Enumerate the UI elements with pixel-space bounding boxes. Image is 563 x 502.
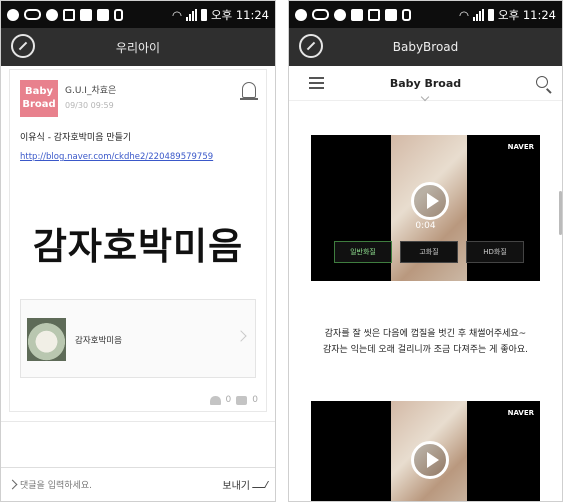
signal-icon <box>473 8 485 21</box>
blog-title[interactable]: Baby Broad <box>390 77 461 90</box>
send-button[interactable]: 보내기 <box>222 477 270 492</box>
header-title: BabyBroad <box>392 40 459 54</box>
header-title: 우리아이 <box>115 40 161 55</box>
post-author[interactable]: G.U.I_차효은 <box>65 83 116 96</box>
blog-nav: Baby Broad <box>289 66 562 102</box>
menu-icon[interactable] <box>309 77 324 89</box>
clock: 오후 11:24 <box>498 7 556 22</box>
send-icon <box>251 481 270 488</box>
app-icon <box>385 8 397 21</box>
signal-icon <box>186 8 198 21</box>
chevron-right-icon[interactable] <box>7 479 18 490</box>
link-preview-card[interactable]: 감자호박미음 <box>20 299 256 378</box>
status-bar: ◠ 오후 11:24 <box>1 1 275 28</box>
security-icon <box>114 8 123 21</box>
feed-content: Baby Broad G.U.I_차효은 09/30 09:59 이유식 - 감… <box>1 66 275 467</box>
preview-label: 감자호박미음 <box>75 336 122 346</box>
comment-input[interactable]: 댓글을 입력하세요. <box>20 478 92 491</box>
wifi-icon: ◠ <box>171 7 183 22</box>
voicemail-icon <box>24 9 41 20</box>
naver-icon <box>80 8 92 21</box>
app-header: BabyBroad <box>289 28 562 66</box>
media-notification-icon <box>334 8 346 21</box>
divider <box>1 421 275 422</box>
app-icon <box>97 8 109 21</box>
heart-icon[interactable] <box>209 395 221 405</box>
video-player[interactable]: NAVER <box>311 401 540 501</box>
post-link[interactable]: http://blog.naver.com/ckdhe2/22048957975… <box>20 152 213 162</box>
status-bar: ◠ 오후 11:24 <box>289 1 562 28</box>
chevron-right-icon <box>235 330 247 342</box>
clock: 오후 11:24 <box>211 7 269 22</box>
media-notification-icon <box>46 8 58 21</box>
video-player[interactable]: NAVER 0:04 일반화질 고화질 HD화질 <box>311 135 540 281</box>
security-icon <box>402 8 411 21</box>
quality-hd-button[interactable]: HD화질 <box>466 241 524 263</box>
avatar[interactable]: Baby Broad <box>20 80 58 117</box>
battery-icon <box>488 8 495 21</box>
play-icon[interactable] <box>411 182 449 220</box>
comment-count: 0 <box>252 395 258 405</box>
comment-icon[interactable] <box>236 395 248 405</box>
gallery-icon <box>368 8 380 21</box>
play-icon[interactable] <box>411 441 449 479</box>
naver-badge: NAVER <box>507 143 534 151</box>
app-notification-icon <box>295 8 307 21</box>
app-notification-icon <box>7 8 19 21</box>
search-icon[interactable] <box>536 76 548 88</box>
back-button[interactable] <box>11 34 35 58</box>
bell-icon[interactable] <box>240 82 258 100</box>
notification-icons <box>295 8 411 21</box>
left-phone-screen: ◠ 오후 11:24 우리아이 Baby Broad G.U.I_차효은 09/… <box>0 0 276 502</box>
comment-bar: 댓글을 입력하세요. 보내기 <box>1 467 275 501</box>
scrollbar[interactable] <box>559 191 562 235</box>
notification-icons <box>7 8 123 21</box>
right-phone-screen: ◠ 오후 11:24 BabyBroad Baby Broad NAVER 0:… <box>288 0 563 502</box>
post-description: 감자를 잘 씻은 다음에 껍질을 벗긴 후 채썰어주세요~ 감자는 익는데 오래… <box>322 329 529 355</box>
battery-icon <box>201 8 208 21</box>
quality-high-button[interactable]: 고화질 <box>400 241 458 263</box>
back-button[interactable] <box>299 34 323 58</box>
quality-normal-button[interactable]: 일반화질 <box>334 241 392 263</box>
wifi-icon: ◠ <box>458 7 470 22</box>
post-title: 이유식 - 감자호박미음 만들기 <box>20 133 132 143</box>
naver-badge: NAVER <box>507 409 534 417</box>
app-header: 우리아이 <box>1 28 275 66</box>
like-count: 0 <box>225 395 232 405</box>
chevron-down-icon[interactable] <box>420 92 430 102</box>
naver-icon <box>351 8 363 21</box>
video-duration: 0:04 <box>415 221 436 231</box>
post-card: Baby Broad G.U.I_차효은 09/30 09:59 이유식 - 감… <box>9 69 267 412</box>
post-time: 09/30 09:59 <box>65 101 114 110</box>
preview-thumbnail <box>27 318 66 361</box>
gallery-icon <box>63 8 75 21</box>
post-headline: 감자호박미음 <box>32 225 244 268</box>
post-stats: 0 0 <box>209 395 258 405</box>
voicemail-icon <box>312 9 329 20</box>
